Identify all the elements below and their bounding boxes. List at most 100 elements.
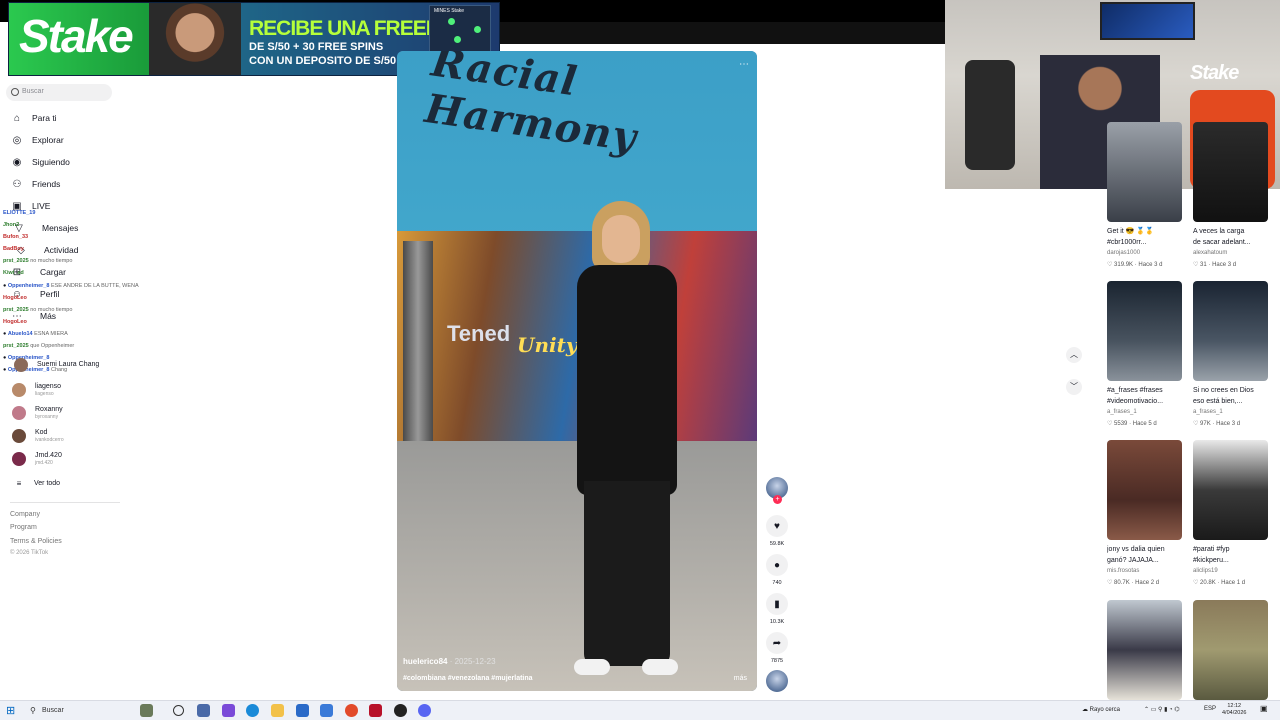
- next-video-button[interactable]: ﹀: [1066, 379, 1082, 395]
- obs-icon[interactable]: [394, 704, 407, 717]
- nav-item-friends[interactable]: ⚇ Friends: [10, 177, 61, 191]
- music-disc-avatar[interactable]: [766, 670, 788, 692]
- video-player[interactable]: Racial Harmony Tened Unity ⋯ huelerico84…: [397, 51, 757, 691]
- video-username[interactable]: huelerico84: [403, 657, 447, 666]
- thumbnail-time: Hace 3 d: [1138, 262, 1163, 268]
- widgets-icon[interactable]: [197, 704, 210, 717]
- following-handle: jmd.420: [35, 460, 53, 466]
- thumbnail-author[interactable]: mis.frosotas: [1107, 568, 1139, 574]
- thumbnail-time: Hace 3 d: [1212, 262, 1237, 268]
- heart-icon: ♥: [766, 515, 788, 537]
- nav-item-explorar[interactable]: ◎ Explorar: [10, 133, 64, 147]
- thumbnail-caption-line2[interactable]: de sacar adelant...: [1193, 237, 1273, 248]
- thumbnail-caption[interactable]: jony vs dalia quien: [1107, 544, 1187, 555]
- recommended-video-thumbnail[interactable]: [1107, 281, 1182, 381]
- caption-more-link[interactable]: más: [734, 675, 747, 682]
- thumbnail-caption[interactable]: #parati #fyp: [1193, 544, 1273, 555]
- like-button[interactable]: ♥ 59.8K: [766, 515, 788, 547]
- footer-link-company[interactable]: Company: [10, 511, 40, 518]
- copilot-icon[interactable]: [222, 704, 235, 717]
- task-view-icon[interactable]: [173, 705, 184, 716]
- save-button[interactable]: ▮ 10.3K: [766, 593, 788, 625]
- edge-icon[interactable]: [246, 704, 259, 717]
- thumbnail-views: 5539: [1114, 421, 1128, 427]
- chat-user: Kiwi_ad: [3, 270, 24, 276]
- recommended-video-thumbnail[interactable]: [1193, 281, 1268, 381]
- tray-icons[interactable]: ⌃ ▭ ⚲ ▮ ◔ ⌬: [1144, 706, 1180, 713]
- recommended-video-thumbnail[interactable]: [1107, 122, 1182, 222]
- thumbnail-caption-line2[interactable]: #cbr1000rr...: [1107, 237, 1187, 248]
- recommended-video-thumbnail[interactable]: [1193, 440, 1268, 540]
- search-input[interactable]: Buscar: [6, 84, 112, 101]
- following-item[interactable]: Roxanny byroxanny: [12, 406, 63, 420]
- following-name: Roxanny: [35, 406, 63, 413]
- see-all-link[interactable]: ≡ Ver todo: [12, 476, 60, 490]
- share-icon: ➦: [766, 632, 788, 654]
- avatar: [12, 383, 26, 397]
- nav-item-para-ti[interactable]: ⌂ Para ti: [10, 111, 57, 125]
- previous-video-button[interactable]: ︿: [1066, 347, 1082, 363]
- thumbnail-author[interactable]: darojas1000: [1107, 250, 1140, 256]
- following-item[interactable]: Suemi Laura Chang: [14, 358, 99, 372]
- nav-label: Cargar: [40, 267, 66, 277]
- chevron-down-icon: ﹀: [1070, 382, 1078, 391]
- nav-item-siguiendo[interactable]: ◉ Siguiendo: [10, 155, 70, 169]
- comment-button[interactable]: ● 740: [766, 554, 788, 586]
- thumbnail-caption[interactable]: Get it 😎 🥇🥇: [1107, 226, 1187, 237]
- thumbnail-caption[interactable]: A veces la carga: [1193, 226, 1273, 237]
- following-item[interactable]: liagenso liagenso: [12, 383, 61, 397]
- chat-user: prst_2025: [3, 258, 29, 264]
- more-options-icon[interactable]: ⋯: [739, 59, 749, 70]
- chrome-icon[interactable]: [345, 704, 358, 717]
- chat-line: Kiwi_ad: [3, 270, 24, 277]
- thumbnail-caption[interactable]: #a_frases #frases: [1107, 385, 1187, 396]
- heart-outline-icon: ♡: [1107, 580, 1115, 586]
- language-indicator[interactable]: ESP: [1204, 706, 1216, 712]
- thumbnail-caption-line2[interactable]: #videomotivacio...: [1107, 396, 1187, 407]
- bird-widget-icon[interactable]: [140, 704, 153, 717]
- home-icon: ⌂: [13, 112, 21, 124]
- recorder-icon[interactable]: [369, 704, 382, 717]
- following-item[interactable]: Kod ivankodcerro: [12, 429, 64, 443]
- clock[interactable]: 12:12 4/04/2026: [1222, 703, 1246, 717]
- nav-label: Actividad: [44, 245, 79, 255]
- recommended-video-thumbnail[interactable]: [1193, 600, 1268, 700]
- footer-link-program[interactable]: Program: [10, 524, 37, 531]
- thumbnail-caption-line2[interactable]: ganó? JAJAJA...: [1107, 555, 1187, 566]
- avatar: [12, 406, 26, 420]
- nav-item-mensajes[interactable]: ▽ Mensajes: [12, 221, 78, 235]
- notification-icon[interactable]: ▣: [1260, 704, 1268, 713]
- chat-user: BadBoy: [3, 246, 24, 252]
- mail-icon[interactable]: [320, 704, 333, 717]
- screen: { "banner": { "brand": "Stake", "headlin…: [0, 0, 1280, 720]
- thumbnail-time: Hace 1 d: [1221, 580, 1246, 586]
- taskbar-search-label: Buscar: [42, 707, 64, 714]
- windows-start-icon[interactable]: ⊞: [6, 705, 18, 717]
- recommended-video-thumbnail[interactable]: [1107, 600, 1182, 700]
- thumbnail-caption-line2[interactable]: #kickperu...: [1193, 555, 1273, 566]
- thumbnail-caption-line2[interactable]: eso está bien,...: [1193, 396, 1273, 407]
- thumbnail-author[interactable]: a_frases_1: [1193, 409, 1223, 415]
- thumbnail-author[interactable]: a_frases_1: [1107, 409, 1137, 415]
- discord-icon[interactable]: [418, 704, 431, 717]
- weather-label: Rayo cerca: [1089, 707, 1121, 713]
- recommended-video-thumbnail[interactable]: [1193, 122, 1268, 222]
- chat-user: prst_2025: [3, 343, 29, 349]
- weather-widget[interactable]: ☁ Rayo cerca: [1082, 706, 1120, 713]
- shoe: [574, 659, 610, 675]
- follow-plus-icon[interactable]: +: [773, 495, 782, 504]
- footer-link-terms[interactable]: Terms & Policies: [10, 538, 62, 545]
- thumbnail-caption[interactable]: Si no crees en Dios: [1193, 385, 1273, 396]
- gem-icon: [474, 26, 481, 33]
- recommended-video-thumbnail[interactable]: [1107, 440, 1182, 540]
- store-icon[interactable]: [296, 704, 309, 717]
- search-placeholder: Buscar: [22, 88, 44, 95]
- file-explorer-icon[interactable]: [271, 704, 284, 717]
- video-hashtags[interactable]: #colombiana #venezolana #mujerlatina: [403, 675, 533, 682]
- following-item[interactable]: Jmd.420 jmd.420: [12, 452, 62, 466]
- share-button[interactable]: ➦ 7875: [766, 632, 788, 664]
- video-caption-user[interactable]: huelerico84 · 2025-12-23: [403, 657, 496, 666]
- heart-outline-icon: ♡: [1193, 421, 1201, 427]
- thumbnail-author[interactable]: alexahatoum: [1193, 250, 1227, 256]
- thumbnail-author[interactable]: aliclips19: [1193, 568, 1218, 574]
